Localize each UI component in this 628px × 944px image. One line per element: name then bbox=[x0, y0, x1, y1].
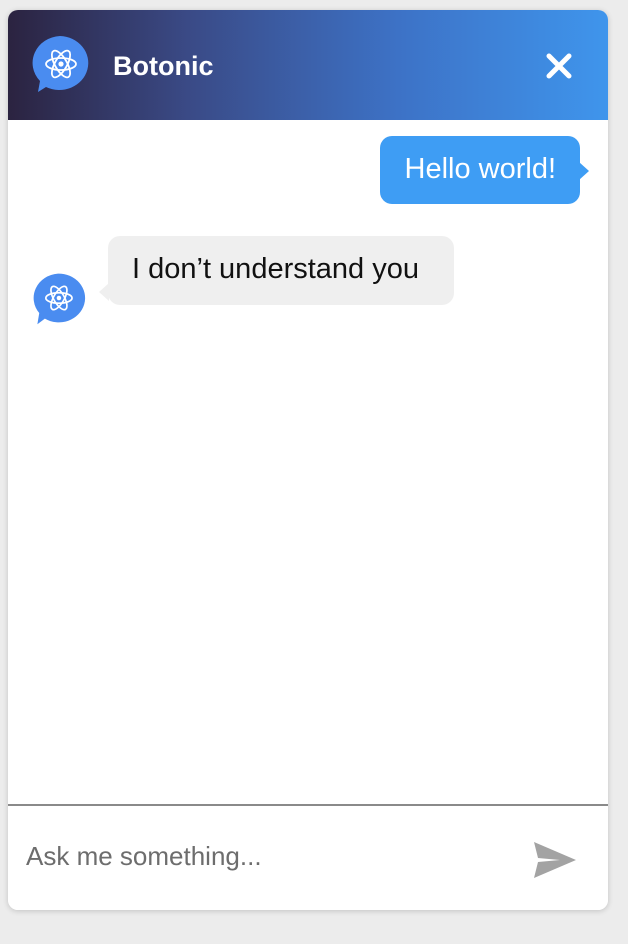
chat-header: Botonic bbox=[8, 10, 608, 120]
input-bar bbox=[8, 804, 608, 910]
bot-bubble-tail bbox=[99, 283, 109, 301]
message-input[interactable] bbox=[26, 834, 506, 878]
chat-title: Botonic bbox=[113, 51, 214, 81]
user-message: Hello world! bbox=[379, 136, 589, 204]
bot-avatar-icon bbox=[33, 273, 86, 325]
message-list[interactable]: Hello world! I don’t understand you bbox=[8, 120, 608, 804]
bot-message: I don’t understand you bbox=[99, 236, 454, 305]
send-icon[interactable] bbox=[532, 840, 578, 880]
user-message-text: Hello world! bbox=[404, 153, 557, 185]
atom-chat-bubble-icon bbox=[32, 36, 89, 92]
bot-message-text: I don’t understand you bbox=[132, 253, 419, 285]
chat-widget: Botonic Hello world! I don’t understand … bbox=[8, 10, 608, 910]
user-bubble-tail bbox=[579, 162, 589, 180]
close-icon[interactable] bbox=[543, 50, 575, 82]
